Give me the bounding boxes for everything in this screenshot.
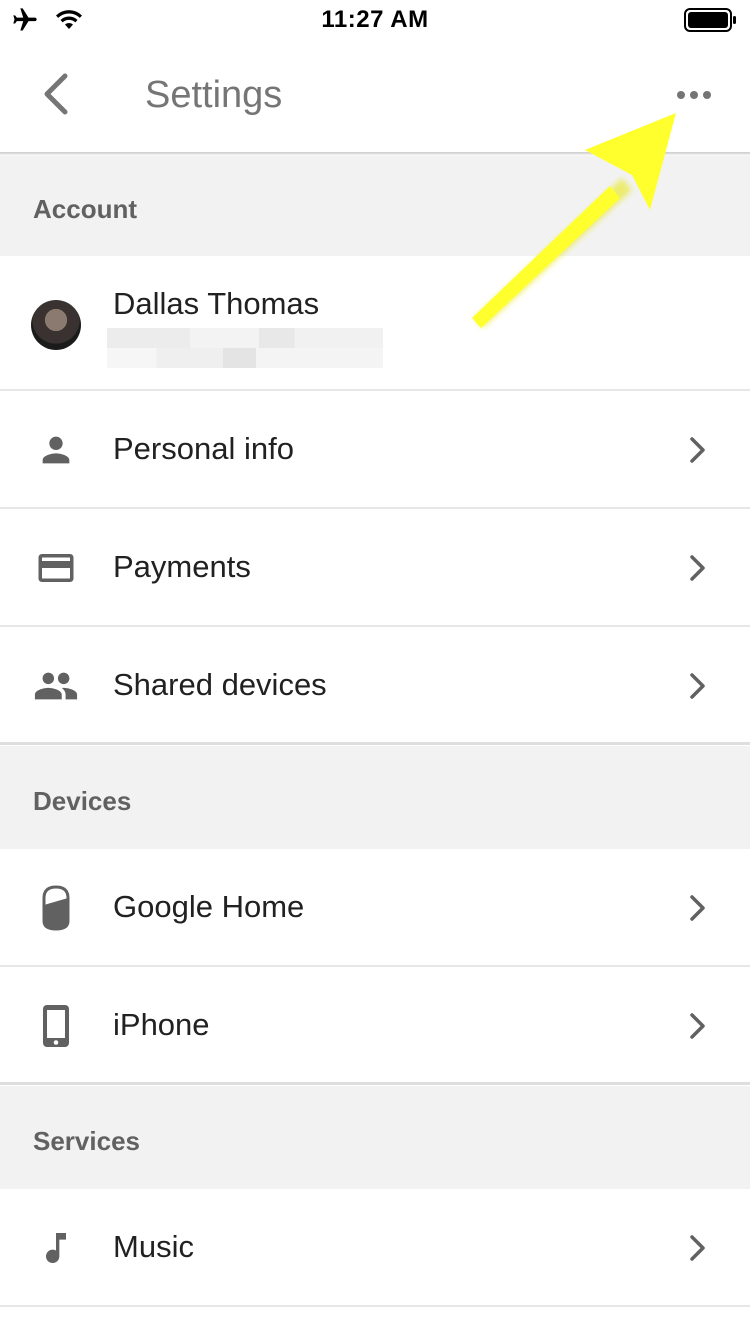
back-button[interactable] (30, 70, 82, 122)
settings-item-google-home[interactable]: Google Home (0, 849, 750, 967)
chevron-right-icon (680, 890, 716, 926)
section-header-services: Services (0, 1086, 750, 1189)
settings-item-label: Personal info (113, 431, 294, 466)
more-horizontal-icon (676, 87, 712, 105)
section-title-devices: Devices (33, 786, 132, 816)
settings-item-label: Payments (113, 549, 251, 584)
status-bar: 11:27 AM (0, 0, 750, 40)
phone-icon (30, 1000, 82, 1052)
chevron-right-icon (680, 550, 716, 586)
credit-card-icon (30, 542, 82, 594)
people-icon (30, 660, 82, 712)
settings-item-shared-devices[interactable]: Shared devices (0, 627, 750, 745)
chevron-right-icon (680, 1230, 716, 1266)
google-home-icon (30, 882, 82, 934)
chevron-left-icon (41, 73, 71, 120)
page-title: Settings (145, 74, 283, 116)
settings-item-label: Shared devices (113, 667, 327, 702)
settings-item-label: iPhone (113, 1007, 210, 1042)
section-header-devices: Devices (0, 746, 750, 849)
section-title-account: Account (33, 194, 137, 224)
status-time: 11:27 AM (321, 6, 429, 33)
settings-item-label: Music (113, 1229, 194, 1264)
account-profile-row[interactable]: Dallas Thomas (0, 256, 750, 391)
section-header-account: Account (0, 156, 750, 256)
battery-icon (684, 8, 738, 37)
settings-item-music[interactable]: Music (0, 1189, 750, 1307)
settings-item-iphone[interactable]: iPhone (0, 967, 750, 1085)
more-options-button[interactable] (668, 80, 720, 112)
account-name: Dallas Thomas (113, 286, 320, 321)
avatar (31, 300, 81, 350)
settings-item-personal-info[interactable]: Personal info (0, 391, 750, 509)
chevron-right-icon (680, 1008, 716, 1044)
app-bar: Settings (0, 40, 750, 152)
music-note-icon (30, 1222, 82, 1274)
person-icon (30, 424, 82, 476)
section-title-services: Services (33, 1126, 140, 1156)
settings-item-label: Google Home (113, 889, 305, 924)
chevron-right-icon (680, 432, 716, 468)
chevron-right-icon (680, 668, 716, 704)
settings-item-payments[interactable]: Payments (0, 509, 750, 627)
redacted-email (107, 328, 383, 368)
